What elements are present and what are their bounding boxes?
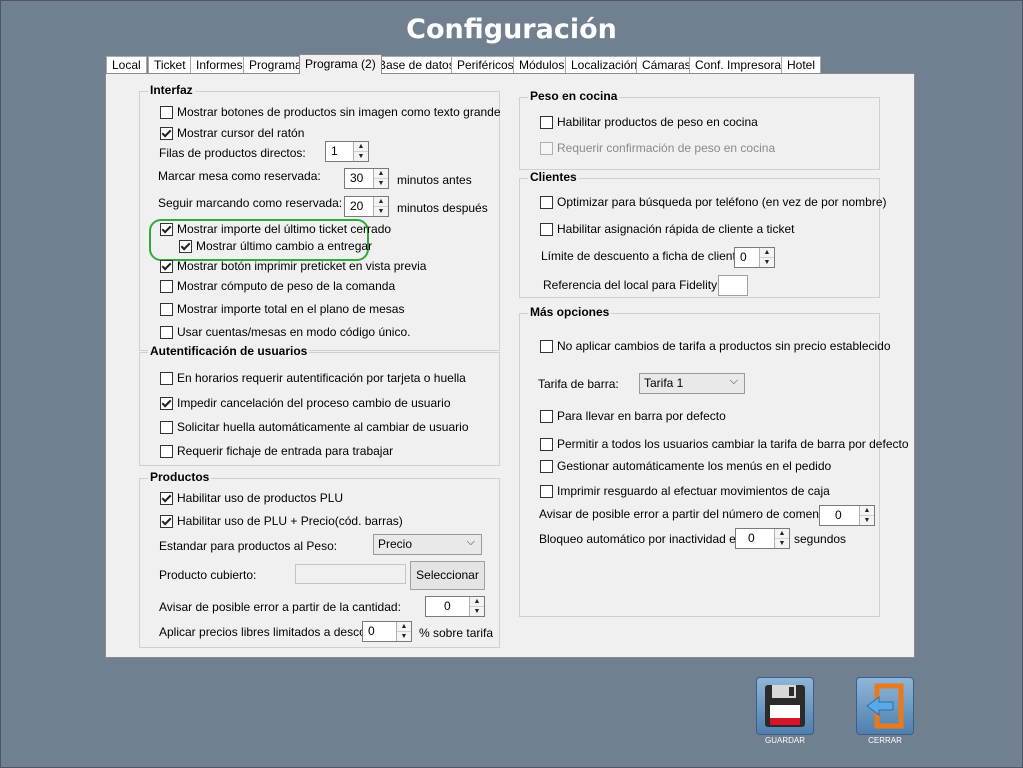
checkbox-box[interactable]: [540, 438, 553, 451]
checkbox-box[interactable]: [160, 223, 173, 236]
reserved-unit: minutos antes: [397, 173, 472, 187]
spin-down-icon[interactable]: ▼: [860, 516, 874, 525]
spin-up-icon[interactable]: ▲: [775, 529, 789, 539]
floppy-disk-icon: [765, 685, 805, 727]
direct-rows-spinner[interactable]: 1 ▲ ▼: [325, 141, 369, 162]
free-price-label: Aplicar precios libres limitados a desco…: [159, 625, 387, 639]
guests-warning-spinner[interactable]: 0 ▲ ▼: [819, 505, 875, 526]
checkbox-box[interactable]: [540, 485, 553, 498]
checkbox-box[interactable]: [160, 421, 173, 434]
close-button[interactable]: [856, 677, 914, 735]
tab-conf-impresoras[interactable]: Conf. Impresoras: [689, 56, 794, 74]
checkbox-box[interactable]: [160, 127, 173, 140]
tab-ticket[interactable]: Ticket: [148, 56, 192, 74]
covered-product-label: Producto cubierto:: [159, 568, 257, 582]
group-title-more-options: Más opciones: [528, 305, 612, 319]
spin-down-icon[interactable]: ▼: [374, 207, 388, 216]
tab-perifericos[interactable]: Periféricos: [451, 56, 520, 74]
group-title-auth: Autentificación de usuarios: [148, 344, 310, 358]
checkbox-box[interactable]: [160, 303, 173, 316]
free-price-spinner[interactable]: 0 ▲ ▼: [362, 621, 412, 642]
checkbox-box[interactable]: [160, 492, 173, 505]
checkbox-box[interactable]: [160, 397, 173, 410]
free-price-unit: % sobre tarifa: [419, 626, 494, 640]
spin-down-icon[interactable]: ▼: [760, 258, 774, 267]
checkbox-box[interactable]: [540, 223, 553, 236]
group-kitchen-weight: Peso en cocina: [519, 89, 880, 170]
tab-local[interactable]: Local: [106, 56, 147, 74]
qty-warning-label: Avisar de posible error a partir de la c…: [159, 600, 401, 614]
spin-up-icon[interactable]: ▲: [374, 197, 388, 207]
checkbox-box[interactable]: [160, 372, 173, 385]
group-title-kitchen-weight: Peso en cocina: [528, 89, 620, 103]
reserved-label: Marcar mesa como reservada:: [158, 169, 321, 183]
chevron-down-icon: ⌵: [466, 536, 475, 548]
checkbox-box[interactable]: [540, 196, 553, 209]
spin-up-icon[interactable]: ▲: [760, 248, 774, 258]
direct-rows-label: Filas de productos directos:: [159, 146, 306, 160]
weight-standard-select[interactable]: Precio ⌵: [373, 534, 482, 555]
window-title: Configuración: [406, 14, 617, 45]
spin-down-icon[interactable]: ▼: [374, 179, 388, 188]
checkbox-box[interactable]: [540, 116, 553, 129]
fidelity-label: Referencia del local para Fidelity:: [543, 278, 721, 292]
close-label: CERRAR: [868, 736, 902, 745]
spin-down-icon[interactable]: ▼: [354, 152, 368, 161]
checkbox-box[interactable]: [179, 240, 192, 253]
tab-base-de-datos[interactable]: Base de datos: [372, 56, 461, 74]
spin-down-icon[interactable]: ▼: [397, 632, 411, 641]
spin-down-icon[interactable]: ▼: [775, 539, 789, 548]
checkbox-box[interactable]: [160, 515, 173, 528]
select-product-button[interactable]: Seleccionar: [410, 561, 485, 590]
spin-up-icon[interactable]: ▲: [470, 597, 484, 607]
auto-lock-label: Bloqueo automático por inactividad en:: [539, 532, 746, 546]
checkbox-box[interactable]: [160, 326, 173, 339]
guests-warning-label: Avisar de posible error a partir del núm…: [539, 507, 851, 521]
qty-warning-spinner[interactable]: 0 ▲ ▼: [425, 596, 485, 617]
checkbox-box: [540, 142, 553, 155]
bar-rate-label: Tarifa de barra:: [538, 377, 619, 391]
spin-up-icon[interactable]: ▲: [374, 169, 388, 179]
group-title-clients: Clientes: [528, 170, 579, 184]
tab-panel: Interfaz Mostrar botones de productos si…: [105, 73, 915, 658]
fidelity-input[interactable]: [718, 275, 748, 296]
keep-reserved-spinner[interactable]: 20 ▲ ▼: [344, 196, 389, 217]
exit-door-icon: [866, 683, 904, 729]
tab-hotel[interactable]: Hotel: [781, 56, 822, 74]
save-label: GUARDAR: [764, 736, 805, 745]
spin-down-icon[interactable]: ▼: [470, 607, 484, 616]
checkbox-box[interactable]: [160, 106, 173, 119]
covered-product-field: [295, 564, 406, 584]
save-button[interactable]: [756, 677, 814, 735]
spin-up-icon[interactable]: ▲: [354, 142, 368, 152]
auto-lock-spinner[interactable]: 0 ▲ ▼: [735, 528, 790, 549]
spin-up-icon[interactable]: ▲: [397, 622, 411, 632]
keep-reserved-unit: minutos después: [397, 201, 488, 215]
weight-standard-label: Estandar para productos al Peso:: [159, 539, 338, 553]
tab-localizacion[interactable]: Localización: [565, 56, 644, 74]
checkbox-box[interactable]: [540, 340, 553, 353]
tab-modulos[interactable]: Módulos: [513, 56, 571, 74]
tab-programa-2[interactable]: Programa (2): [299, 54, 382, 74]
discount-limit-label: Límite de descuento a ficha de clientes: [541, 249, 749, 263]
tab-informes[interactable]: Informes: [190, 56, 249, 74]
chevron-down-icon: ⌵: [729, 375, 738, 387]
spin-up-icon[interactable]: ▲: [860, 506, 874, 516]
group-title-interfaz: Interfaz: [148, 83, 195, 97]
auto-lock-unit: segundos: [794, 532, 847, 546]
group-title-products: Productos: [148, 470, 212, 484]
keep-reserved-label: Seguir marcando como reservada:: [158, 196, 343, 210]
tab-camaras[interactable]: Cámaras: [636, 56, 697, 74]
checkbox-box[interactable]: [160, 280, 173, 293]
discount-limit-spinner[interactable]: 0 ▲ ▼: [734, 247, 775, 268]
checkbox-box[interactable]: [160, 260, 173, 273]
reserved-minutes-spinner[interactable]: 30 ▲ ▼: [344, 168, 389, 189]
bar-rate-select[interactable]: Tarifa 1 ⌵: [639, 373, 745, 394]
checkbox-box[interactable]: [160, 445, 173, 458]
checkbox-box[interactable]: [540, 460, 553, 473]
checkbox-box[interactable]: [540, 410, 553, 423]
tab-programa[interactable]: Programa: [243, 56, 308, 74]
